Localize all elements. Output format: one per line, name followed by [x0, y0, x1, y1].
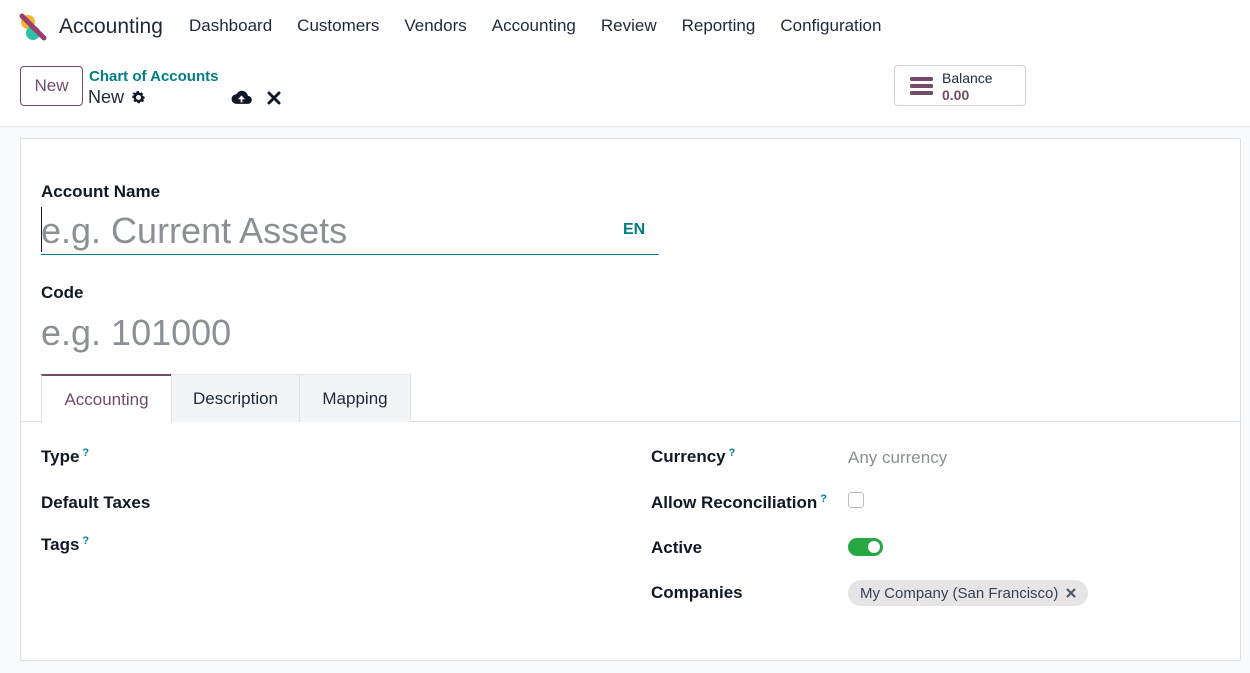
tab-accounting[interactable]: Accounting [41, 374, 172, 423]
menu-review[interactable]: Review [601, 16, 657, 36]
currency-label-text: Currency [651, 447, 726, 466]
menu-dashboard[interactable]: Dashboard [189, 16, 272, 36]
currency-help-icon[interactable]: ? [729, 447, 736, 459]
account-name-label: Account Name [41, 182, 161, 201]
gear-icon[interactable] [130, 89, 147, 106]
company-tag: My Company (San Francisco) [848, 580, 1089, 606]
company-tag-label: My Company (San Francisco) [860, 584, 1059, 602]
top-navbar: Accounting Dashboard Customers Vendors A… [0, 0, 1250, 54]
bars-icon [910, 77, 933, 95]
language-button[interactable]: EN [623, 221, 645, 239]
active-toggle[interactable] [848, 538, 883, 556]
menu-reporting[interactable]: Reporting [682, 16, 756, 36]
menu-customers[interactable]: Customers [297, 16, 379, 36]
allow-reconciliation-label: Allow Reconciliation? [651, 493, 827, 513]
menu-configuration[interactable]: Configuration [780, 16, 881, 36]
currency-label: Currency? [651, 447, 735, 467]
tab-description[interactable]: Description [171, 374, 300, 422]
allow-reconciliation-label-text: Allow Reconciliation [651, 493, 818, 512]
active-label: Active [651, 538, 703, 557]
remove-tag-icon[interactable] [1066, 588, 1076, 598]
app-name[interactable]: Accounting [59, 15, 163, 39]
account-name-input[interactable] [41, 207, 659, 255]
menu-vendors[interactable]: Vendors [404, 16, 466, 36]
menu-accounting[interactable]: Accounting [492, 16, 576, 36]
close-icon[interactable] [267, 91, 281, 105]
new-button[interactable]: New [20, 66, 83, 106]
tags-label-text: Tags [41, 535, 80, 554]
toggle-knob [868, 541, 880, 553]
form-sheet: Account Name EN Code Accounting Descript… [20, 138, 1241, 661]
code-input[interactable] [41, 309, 659, 357]
balance-smart-button[interactable]: Balance 0.00 [894, 65, 1026, 106]
breadcrumb-chart-of-accounts[interactable]: Chart of Accounts [89, 68, 218, 85]
record-name: New [88, 87, 125, 107]
tags-help-icon[interactable]: ? [82, 535, 89, 547]
control-panel: New Chart of Accounts New Balance 0.00 [0, 54, 1250, 127]
tags-label: Tags? [41, 535, 89, 555]
tab-mapping[interactable]: Mapping [299, 374, 411, 422]
cloud-upload-icon[interactable] [231, 89, 252, 106]
reconciliation-help-icon[interactable]: ? [820, 493, 827, 505]
type-label-text: Type [41, 447, 80, 466]
companies-label: Companies [651, 583, 743, 602]
default-taxes-label: Default Taxes [41, 493, 151, 512]
balance-value: 0.00 [942, 87, 970, 103]
notebook-tabs: Accounting Description Mapping [21, 374, 1240, 423]
text-caret [41, 207, 42, 252]
main-menu: Dashboard Customers Vendors Accounting R… [189, 16, 906, 36]
type-label: Type? [41, 447, 89, 467]
type-help-icon[interactable]: ? [82, 447, 89, 459]
accounting-app-icon[interactable] [19, 13, 47, 41]
code-label: Code [41, 283, 84, 302]
currency-select[interactable]: Any currency [848, 448, 947, 468]
balance-label: Balance [942, 70, 993, 86]
allow-reconciliation-checkbox[interactable] [848, 492, 864, 508]
